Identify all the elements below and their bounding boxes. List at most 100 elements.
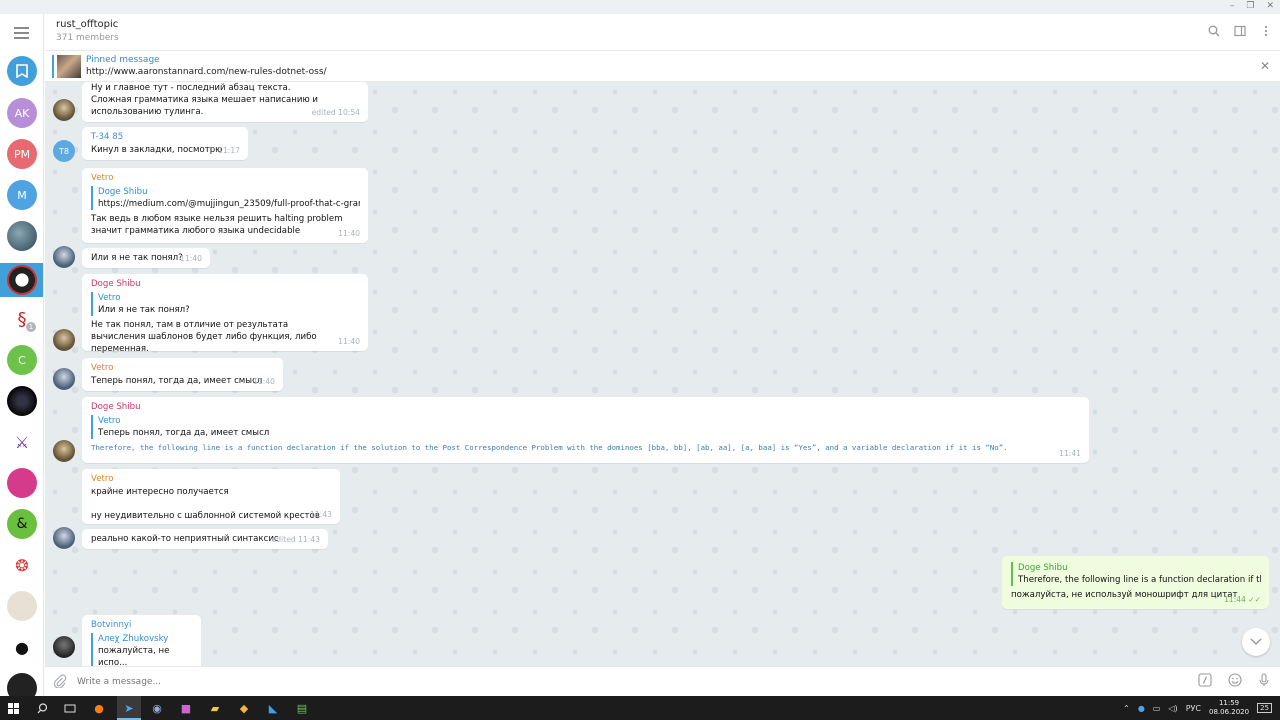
message-area[interactable]: T8 Ну и главное тут - последний абзац те… bbox=[45, 82, 1280, 666]
outgoing-message-bubble[interactable]: Doge Shibu Therefore, the following line… bbox=[1002, 556, 1269, 609]
sender-name[interactable]: T-34 85 bbox=[91, 131, 240, 143]
chat-avatar-ak[interactable]: AK bbox=[7, 98, 37, 128]
vscode-icon[interactable]: ◣ bbox=[264, 699, 282, 717]
telegram-icon[interactable]: ➤ bbox=[120, 699, 138, 717]
attach-icon[interactable] bbox=[53, 674, 67, 689]
avatar[interactable] bbox=[53, 368, 75, 390]
close-button[interactable]: ✕ bbox=[1266, 1, 1274, 11]
message-time: 11:40 bbox=[253, 377, 275, 386]
chat-avatar-dark[interactable] bbox=[7, 386, 37, 416]
sender-name[interactable]: Doge Shibu bbox=[91, 278, 360, 290]
avatar[interactable] bbox=[53, 636, 75, 658]
more-options-icon[interactable] bbox=[1260, 25, 1272, 37]
read-receipt-icon: ✓✓ bbox=[1248, 595, 1261, 604]
notifications-icon[interactable]: 25 bbox=[1257, 703, 1272, 713]
firefox-icon[interactable]: ● bbox=[90, 699, 108, 717]
reply-author: Vetro bbox=[98, 416, 121, 426]
reply-text: Теперь понял, тогда да, имеет смысл bbox=[98, 428, 270, 438]
message-time: 11:40 bbox=[338, 229, 360, 238]
saved-messages-icon[interactable] bbox=[7, 56, 37, 86]
chat-avatar-photo[interactable] bbox=[7, 221, 37, 251]
sender-name[interactable]: Vetro bbox=[91, 362, 275, 374]
chat-avatar-red[interactable]: ❂ bbox=[7, 550, 37, 580]
message-bubble[interactable]: реально какой-то неприятный синтаксис ed… bbox=[82, 529, 328, 549]
search-icon[interactable] bbox=[1208, 25, 1220, 37]
member-count: 371 members bbox=[56, 33, 119, 43]
git-icon[interactable]: ◆ bbox=[235, 699, 253, 717]
chat-avatar-m[interactable]: M bbox=[7, 180, 37, 210]
reply-author: Doge Shibu bbox=[98, 187, 148, 197]
message-bubble[interactable]: T-34 85 Кинул в закладки, посмотрю 11:17 bbox=[82, 127, 248, 160]
reply-quote[interactable]: Vetro Теперь понял, тогда да, имеет смыс… bbox=[91, 415, 1081, 439]
message-time: edited 10:54 bbox=[311, 108, 360, 117]
avatar[interactable] bbox=[53, 246, 75, 268]
message-bubble[interactable]: Ну и главное тут - последний абзац текст… bbox=[82, 82, 368, 122]
message-bubble[interactable]: Doge Shibu Vetro Или я не так понял? Не … bbox=[82, 274, 368, 354]
notepad-icon[interactable]: ▤ bbox=[293, 699, 311, 717]
minimize-button[interactable]: – bbox=[1230, 1, 1235, 11]
chat-avatar-c[interactable]: C bbox=[7, 345, 37, 375]
pinned-accent-bar bbox=[52, 55, 54, 78]
chat-avatar-rust-offtopic[interactable] bbox=[7, 265, 37, 295]
volume-icon[interactable]: ◁) bbox=[1168, 704, 1177, 713]
pinned-message-bar[interactable]: Pinned message http://www.aaronstannard.… bbox=[45, 51, 1280, 82]
message-bubble[interactable]: Vetro крайне интересно получается ну неу… bbox=[82, 469, 340, 524]
reply-author: Алеχ Zhukovsky bbox=[98, 634, 169, 644]
clock[interactable]: 11:59 08.06.2020 bbox=[1209, 699, 1249, 717]
window-titlebar: – ❐ ✕ bbox=[0, 0, 1280, 14]
chat-avatar-pm[interactable]: PM bbox=[7, 139, 37, 169]
message-composer bbox=[45, 666, 1280, 696]
message-time: 11:43 bbox=[310, 510, 332, 519]
browser-icon[interactable]: ◉ bbox=[148, 699, 166, 717]
message-bubble[interactable]: Vetro Теперь понял, тогда да, имеет смыс… bbox=[82, 358, 283, 391]
windows-taskbar: ● ➤ ◉ ■ ▰ ◆ ◣ ▤ ⌃ ● ▭ ◁) РУС 11:59 08.06… bbox=[0, 696, 1280, 720]
ide-icon[interactable]: ■ bbox=[177, 699, 195, 717]
avatar[interactable] bbox=[53, 440, 75, 462]
chat-list-sidebar: AK PM M § 1 C ⚔ & ❂ ● bbox=[0, 14, 44, 696]
message-input[interactable] bbox=[77, 675, 1177, 689]
message-bubble[interactable]: Botvinnyi Алеχ Zhukovsky пожалуйста, не … bbox=[82, 615, 201, 666]
clock-date: 08.06.2020 bbox=[1208, 708, 1250, 716]
chat-avatar-bear[interactable]: ● bbox=[7, 632, 37, 662]
network-icon[interactable]: ▭ bbox=[1153, 704, 1161, 713]
tray-arrow-icon[interactable]: ⌃ bbox=[1123, 704, 1130, 713]
sender-name[interactable]: Vetro bbox=[91, 172, 360, 184]
chat-title[interactable]: rust_offtopic bbox=[56, 19, 118, 30]
close-pinned-icon[interactable]: ✕ bbox=[1260, 59, 1270, 73]
search-icon[interactable] bbox=[33, 699, 51, 717]
chat-avatar-pink[interactable] bbox=[7, 468, 37, 498]
reply-text: пожалуйста, не испо... bbox=[98, 646, 170, 666]
task-view-icon[interactable] bbox=[61, 699, 79, 717]
message-bubble[interactable]: Doge Shibu Vetro Теперь понял, тогда да,… bbox=[82, 397, 1089, 463]
menu-icon[interactable] bbox=[14, 27, 29, 39]
language-indicator[interactable]: РУС bbox=[1186, 704, 1201, 713]
reply-quote[interactable]: Алеχ Zhukovsky пожалуйста, не испо... bbox=[91, 633, 193, 666]
reply-quote[interactable]: Doge Shibu https://medium.com/@mujjingun… bbox=[91, 186, 360, 210]
windows-start-icon[interactable] bbox=[4, 699, 22, 717]
file-explorer-icon[interactable]: ▰ bbox=[206, 699, 224, 717]
chat-avatar-cat[interactable] bbox=[7, 591, 37, 621]
scroll-down-button[interactable] bbox=[1242, 628, 1270, 656]
message-bubble[interactable]: Vetro Doge Shibu https://medium.com/@muj… bbox=[82, 168, 368, 243]
reply-quote[interactable]: Doge Shibu Therefore, the following line… bbox=[1011, 562, 1261, 586]
emoji-icon[interactable] bbox=[1228, 673, 1242, 690]
sidebar-toggle-icon[interactable] bbox=[1234, 25, 1246, 37]
bot-commands-icon[interactable] bbox=[1198, 673, 1212, 690]
sender-name[interactable]: Doge Shibu bbox=[91, 401, 1081, 413]
reply-quote[interactable]: Vetro Или я не так понял? bbox=[91, 292, 360, 316]
telegram-tray-icon[interactable]: ● bbox=[1138, 704, 1145, 713]
avatar[interactable] bbox=[53, 329, 75, 351]
chat-avatar-wizard[interactable]: ⚔ bbox=[7, 427, 37, 457]
avatar[interactable] bbox=[53, 99, 75, 121]
reply-text: Или я не так понял? bbox=[98, 305, 190, 315]
chat-avatar-rust[interactable] bbox=[7, 673, 37, 696]
restore-button[interactable]: ❐ bbox=[1246, 1, 1254, 11]
message-bubble[interactable]: Или я не так понял? 11:40 bbox=[82, 248, 210, 268]
avatar[interactable]: T8 bbox=[53, 140, 75, 162]
microphone-icon[interactable] bbox=[1258, 673, 1270, 690]
chat-avatar-ampersand[interactable]: & bbox=[7, 509, 37, 539]
sender-name[interactable]: Vetro bbox=[91, 473, 332, 485]
sender-name[interactable]: Botvinnyi bbox=[91, 619, 193, 631]
avatar[interactable] bbox=[53, 527, 75, 549]
